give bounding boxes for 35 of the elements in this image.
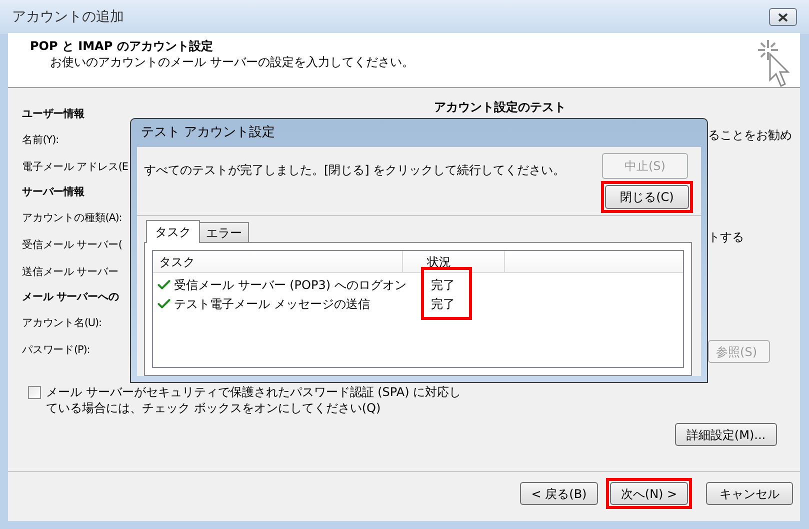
field-label: 送信メール サーバー [22, 264, 118, 280]
status-message: すべてのテストが完了しました。[閉じる] をクリックして続行してください。 [144, 162, 566, 179]
task-cell-text: 受信メール サーバー (POP3) へのログオン [174, 276, 406, 294]
field-label: アカウント名(U): [22, 316, 102, 331]
wizard-button[interactable]: キャンセル [706, 482, 793, 505]
field-label: アカウントの種類(A): [22, 210, 122, 226]
section-heading: ユーザー情報 [22, 107, 84, 122]
checkbox[interactable] [28, 386, 41, 399]
close-button[interactable] [769, 8, 797, 26]
description-text: ることをお勧め [708, 127, 792, 144]
section-heading: メール サーバーへの [22, 290, 119, 306]
wizard-button[interactable]: 次へ(N) > [610, 482, 688, 505]
tab[interactable]: エラー [200, 222, 249, 242]
section-heading: アカウント設定のテスト [434, 99, 566, 116]
page-subtitle: お使いのアカウントのメール サーバーの設定を入力してください。 [49, 54, 414, 70]
tab[interactable]: タスク [146, 220, 200, 243]
column-header: タスク [159, 254, 195, 270]
status-cell-text: 完了 [431, 296, 456, 312]
page-title: POP と IMAP のアカウント設定 [30, 38, 214, 54]
section-heading: サーバー情報 [22, 185, 84, 200]
task-cell-text: テスト電子メール メッセージの送信 [174, 296, 370, 312]
option-text: トする [708, 229, 744, 246]
field-label: パスワード(P): [22, 342, 90, 358]
field-label: 名前(Y): [22, 132, 59, 148]
dialog-title: テスト アカウント設定 [141, 124, 276, 142]
close-icon [778, 12, 788, 22]
close-dialog-button[interactable]: 閉じる(C) [605, 185, 689, 209]
window-title: アカウントの追加 [12, 8, 124, 26]
field-label: 電子メール アドレス(E [22, 160, 128, 175]
checkbox-label: メール サーバーがセキュリティで保護されたパスワード認証 (SPA) に対応し ている場合には、チェック ボックスをオンにしてください(Q) [46, 384, 462, 416]
advanced-settings-button[interactable]: 詳細設定(M)... [675, 423, 777, 446]
field-label: 受信メール サーバー( [22, 238, 122, 253]
wizard-button[interactable]: < 戻る(B) [520, 482, 598, 505]
column-header: 状況 [427, 254, 451, 270]
status-cell-text: 完了 [431, 276, 456, 294]
